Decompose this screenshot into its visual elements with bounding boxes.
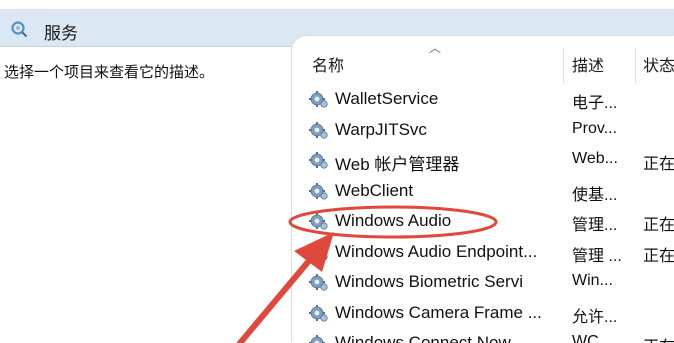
gear-icon bbox=[308, 273, 330, 293]
service-name: WalletService bbox=[335, 89, 439, 108]
service-description: 管理... bbox=[572, 217, 618, 234]
window-top-strip bbox=[0, 0, 674, 10]
gear-icon bbox=[308, 121, 330, 141]
service-name: WarpJITSvc bbox=[335, 119, 427, 139]
page-title: 服务 bbox=[44, 24, 78, 43]
service-description: 电子... bbox=[572, 95, 618, 112]
description-pane: 选择一个项目来查看它的描述。 bbox=[0, 47, 292, 343]
gear-icon bbox=[308, 90, 330, 110]
service-name: Windows Audio Endpoint... bbox=[335, 241, 538, 261]
service-row[interactable]: WalletService 电子... bbox=[292, 85, 674, 115]
service-name: WebClient bbox=[335, 180, 414, 200]
gear-icon bbox=[308, 304, 330, 324]
column-divider[interactable] bbox=[635, 48, 636, 84]
service-description: Prov... bbox=[572, 119, 618, 137]
column-header-status[interactable]: 状态 bbox=[643, 50, 674, 84]
service-description: 使基... bbox=[572, 186, 618, 204]
column-header-status-label: 状态 bbox=[643, 58, 674, 75]
service-status: 正在 bbox=[643, 247, 674, 265]
service-row[interactable]: WebClient 使基... bbox=[292, 177, 674, 207]
service-description: Web... bbox=[572, 150, 618, 167]
column-divider[interactable] bbox=[563, 48, 564, 84]
gear-icon bbox=[308, 334, 330, 343]
gear-icon bbox=[308, 212, 330, 232]
service-description: Win... bbox=[572, 272, 613, 289]
service-description: WC... bbox=[572, 333, 612, 343]
service-name: Windows Biometric Servi bbox=[335, 272, 523, 291]
service-row[interactable]: Windows Connect Now ... WC... 正在 bbox=[292, 329, 674, 343]
service-description: 允许... bbox=[572, 308, 618, 326]
column-header-description[interactable]: 描述 bbox=[572, 50, 632, 84]
service-row[interactable]: WarpJITSvc Prov... bbox=[292, 116, 674, 146]
service-name: Windows Audio bbox=[335, 211, 452, 230]
service-name: Web 帐户管理器 bbox=[335, 155, 460, 174]
column-header-description-label: 描述 bbox=[572, 58, 605, 75]
gear-icon bbox=[308, 182, 330, 202]
service-row[interactable]: Windows Audio Endpoint... 管理 ... 正在 bbox=[292, 238, 674, 268]
service-status: 正在 bbox=[643, 217, 674, 234]
gear-icon bbox=[308, 151, 330, 171]
column-header-name[interactable]: 名称 bbox=[309, 50, 559, 84]
service-status: 正在 bbox=[643, 333, 674, 343]
gear-icon bbox=[308, 243, 330, 263]
column-header-name-label: 名称 bbox=[312, 58, 345, 75]
description-text: 选择一个项目来查看它的描述。 bbox=[4, 64, 215, 81]
gear-search-icon bbox=[11, 21, 28, 38]
service-description: 管理 ... bbox=[572, 247, 622, 265]
service-status: 正在 bbox=[643, 156, 674, 173]
service-name: Windows Camera Frame ... bbox=[335, 302, 542, 322]
service-row[interactable]: Windows Biometric Servi Win... bbox=[292, 268, 674, 298]
service-name: Windows Connect Now ... bbox=[335, 333, 530, 343]
service-row[interactable]: Windows Audio 管理... 正在 bbox=[292, 207, 674, 237]
service-row[interactable]: Windows Camera Frame ... 允许... bbox=[292, 299, 674, 329]
service-row[interactable]: Web 帐户管理器 Web... 正在 bbox=[292, 146, 674, 176]
